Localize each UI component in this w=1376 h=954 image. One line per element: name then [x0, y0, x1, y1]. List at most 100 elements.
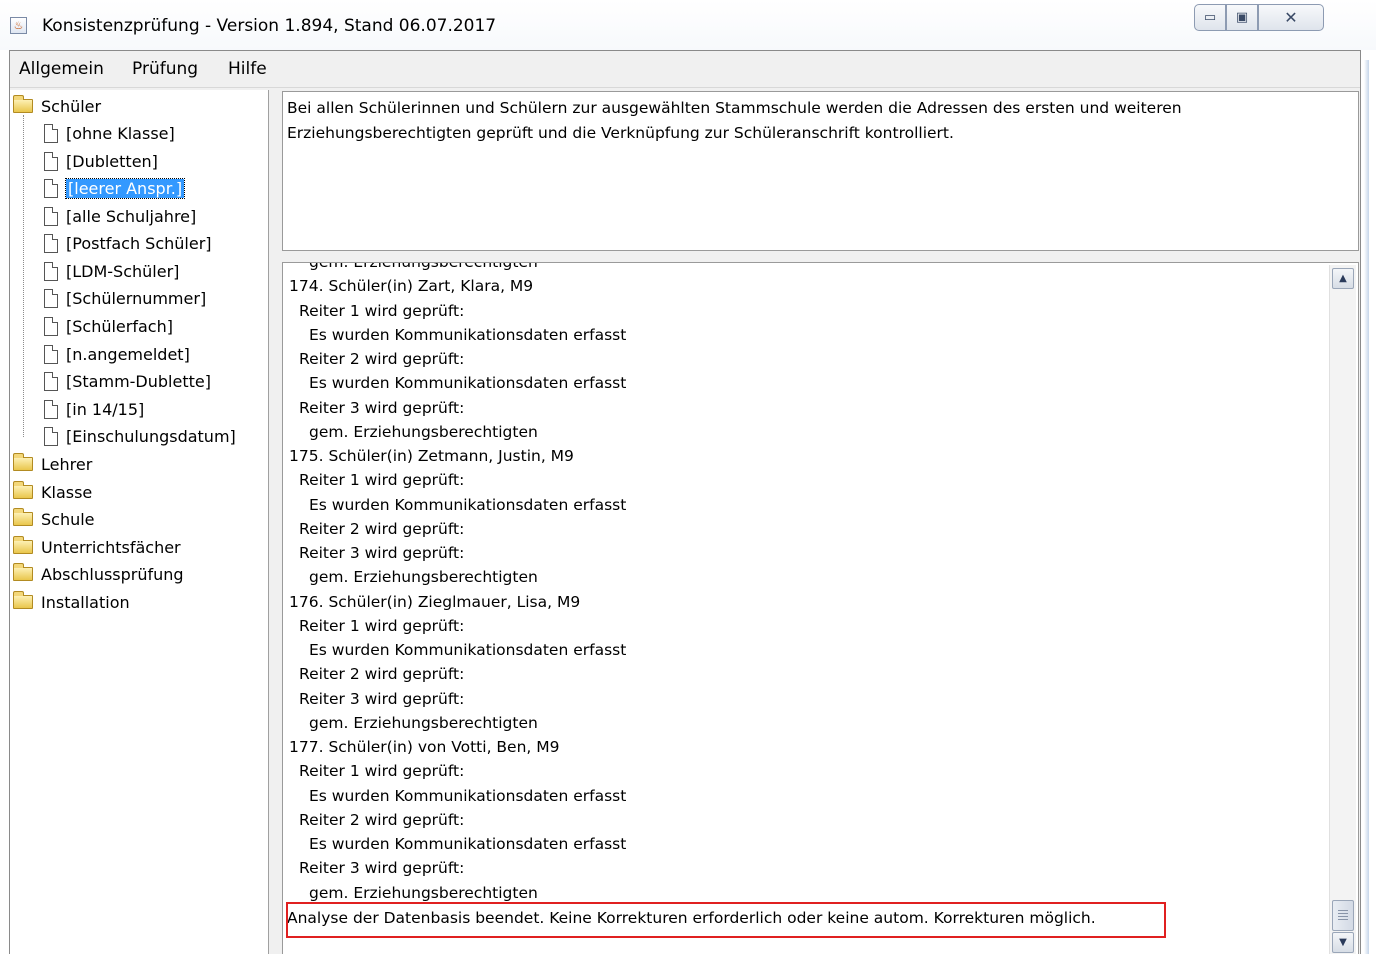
document-icon — [44, 233, 58, 253]
description-panel: Bei allen Schülerinnen und Schülern zur … — [282, 91, 1359, 251]
scroll-down-arrow-icon[interactable]: ▼ — [1332, 932, 1354, 953]
tree-leaf-ldm-schueler[interactable]: [LDM-Schüler] — [44, 259, 179, 283]
tree-leaf-label: [Schülernummer] — [66, 288, 207, 308]
menu-bar: Allgemein Prüfung Hilfe — [10, 51, 1360, 88]
folder-icon — [13, 591, 33, 609]
document-icon — [44, 371, 58, 391]
log-line: Es wurden Kommunikationsdaten erfasst — [309, 495, 627, 514]
log-line: gem. Erziehungsberechtigten — [309, 422, 538, 441]
java-app-icon[interactable]: ♨ — [10, 17, 27, 34]
tree-leaf-in-14-15[interactable]: [in 14/15] — [44, 397, 144, 421]
tree-node-schule[interactable]: Schule — [13, 507, 95, 531]
tree-leaf-n-angemeldet[interactable]: [n.angemeldet] — [44, 342, 190, 366]
tree-leaf-label: [in 14/15] — [66, 399, 145, 419]
document-icon — [44, 288, 58, 308]
tree-node-label: Installation — [41, 592, 130, 612]
log-line: Reiter 2 wird geprüft: — [299, 810, 465, 829]
log-line: Reiter 2 wird geprüft: — [299, 665, 465, 684]
document-icon — [44, 123, 58, 143]
log-line: Es wurden Kommunikationsdaten erfasst — [309, 835, 627, 853]
window-title: Konsistenzprüfung - Version 1.894, Stand… — [42, 16, 497, 36]
log-line: gem. Erziehungsberechtigten — [309, 262, 538, 271]
description-line-1: Bei allen Schülerinnen und Schülern zur … — [287, 99, 1182, 117]
tree-leaf-label: [Schülerfach] — [66, 316, 173, 336]
tree-leaf-label: [n.angemeldet] — [66, 344, 190, 364]
document-icon — [44, 206, 58, 226]
log-output-panel[interactable]: gem. Erziehungsberechtigten 174. Schüler… — [282, 262, 1359, 954]
log-line: 176. Schüler(in) Zieglmauer, Lisa, M9 — [289, 592, 581, 611]
document-icon — [44, 426, 58, 446]
log-line: Reiter 2 wird geprüft: — [299, 350, 465, 368]
log-line: Reiter 3 wird geprüft: — [299, 859, 465, 878]
tree-node-label: Klasse — [41, 482, 93, 502]
tree-leaf-stamm-dublette[interactable]: [Stamm-Dublette] — [44, 369, 211, 393]
tree-node-abschlusspruefung[interactable]: Abschlussprüfung — [13, 562, 184, 586]
tree-leaf-schuelerfach[interactable]: [Schülerfach] — [44, 314, 173, 338]
tree-node-installation[interactable]: Installation — [13, 590, 130, 614]
menu-allgemein[interactable]: Allgemein — [19, 59, 104, 79]
window-controls: ▭ ▣ ✕ — [1194, 4, 1324, 34]
tree-leaf-label: [Postfach Schüler] — [66, 233, 212, 253]
tree-leaf-dubletten[interactable]: [Dubletten] — [44, 149, 158, 173]
log-line: Reiter 3 wird geprüft: — [299, 544, 465, 562]
tree-leaf-alle-schuljahre[interactable]: [alle Schuljahre] — [44, 204, 196, 228]
menu-pruefung[interactable]: Prüfung — [132, 59, 198, 79]
tree-node-schueler[interactable]: Schüler — [13, 94, 101, 118]
title-bar: ♨ Konsistenzprüfung - Version 1.894, Sta… — [0, 0, 1376, 50]
maximize-button[interactable]: ▣ — [1226, 4, 1258, 31]
tree-leaf-schuelernummer[interactable]: [Schülernummer] — [44, 286, 206, 310]
navigation-tree: Schüler [ohne Klasse] [Dubletten] [leere… — [10, 90, 269, 954]
log-line: gem. Erziehungsberechtigten — [309, 568, 538, 587]
tree-leaf-label: [alle Schuljahre] — [66, 206, 197, 226]
folder-icon — [13, 563, 33, 581]
log-line: Es wurden Kommunikationsdaten erfasst — [309, 786, 627, 805]
scrollbar-thumb[interactable] — [1332, 900, 1354, 931]
document-icon — [44, 344, 58, 364]
close-button[interactable]: ✕ — [1258, 4, 1324, 31]
tree-leaf-label-selected: [leerer Anspr.] — [64, 177, 186, 199]
log-line: Reiter 1 wird geprüft: — [299, 762, 465, 781]
red-highlight-annotation — [286, 902, 1166, 938]
log-line: Reiter 1 wird geprüft: — [299, 616, 465, 635]
description-line-2: Erziehungsberechtigten geprüft und die V… — [287, 124, 954, 142]
tree-connector — [23, 115, 24, 437]
tree-leaf-label: [ohne Klasse] — [66, 123, 175, 143]
tree-node-label: Lehrer — [41, 454, 93, 474]
log-line: Es wurden Kommunikationsdaten erfasst — [309, 374, 627, 393]
log-line: 174. Schüler(in) Zart, Klara, M9 — [289, 277, 534, 296]
log-line: Reiter 2 wird geprüft: — [299, 519, 465, 538]
tree-node-label: Schule — [41, 509, 95, 529]
log-scrollbar[interactable]: ▲ ▼ — [1329, 265, 1356, 954]
tree-leaf-label: [LDM-Schüler] — [66, 261, 180, 281]
folder-icon — [13, 508, 33, 526]
tree-node-lehrer[interactable]: Lehrer — [13, 452, 92, 476]
document-icon — [44, 178, 58, 198]
log-line: Reiter 1 wird geprüft: — [299, 301, 465, 320]
minimize-button[interactable]: ▭ — [1194, 4, 1226, 31]
folder-icon — [13, 536, 33, 554]
tree-leaf-leerer-anspr[interactable]: [leerer Anspr.] — [44, 176, 186, 200]
tree-node-label: Unterrichtsfächer — [41, 537, 181, 557]
scroll-up-arrow-icon[interactable]: ▲ — [1332, 268, 1354, 289]
log-line: Reiter 3 wird geprüft: — [299, 689, 465, 708]
log-line: Es wurden Kommunikationsdaten erfasst — [309, 641, 627, 659]
menu-hilfe[interactable]: Hilfe — [228, 59, 267, 79]
tree-node-label: Schüler — [41, 96, 102, 116]
tree-node-klasse[interactable]: Klasse — [13, 480, 92, 504]
folder-icon — [13, 481, 33, 499]
log-line: gem. Erziehungsberechtigten — [309, 713, 538, 732]
tree-leaf-label: [Stamm-Dublette] — [66, 371, 211, 391]
tree-leaf-ohne-klasse[interactable]: [ohne Klasse] — [44, 121, 175, 145]
folder-icon — [13, 453, 33, 471]
tree-leaf-einschulungsdatum[interactable]: [Einschulungsdatum] — [44, 424, 236, 448]
log-lines: gem. Erziehungsberechtigten 174. Schüler… — [283, 262, 627, 905]
tree-leaf-postfach-schueler[interactable]: [Postfach Schüler] — [44, 231, 212, 255]
log-line: 177. Schüler(in) von Votti, Ben, M9 — [289, 738, 560, 756]
tree-node-unterrichtsfaecher[interactable]: Unterrichtsfächer — [13, 535, 181, 559]
tree-leaf-label: [Dubletten] — [66, 151, 158, 171]
log-line: Reiter 1 wird geprüft: — [299, 471, 465, 490]
document-icon — [44, 316, 58, 336]
log-line: Reiter 3 wird geprüft: — [299, 398, 465, 417]
tree-node-label: Abschlussprüfung — [41, 564, 184, 584]
background-edge — [1364, 60, 1369, 954]
